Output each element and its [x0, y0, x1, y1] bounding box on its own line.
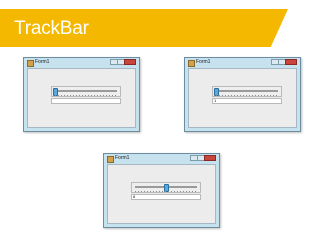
- page-title: TrackBar: [14, 18, 89, 39]
- form-client-area: [27, 68, 136, 128]
- form-window-1: Form1: [23, 57, 140, 132]
- form-client-area: 8: [107, 164, 216, 224]
- trackbar-rail: [55, 90, 117, 92]
- value-textbox[interactable]: 8: [131, 194, 201, 200]
- window-title: Form1: [35, 59, 50, 65]
- title-bar[interactable]: Form1: [104, 154, 219, 164]
- title-bar[interactable]: Form1: [185, 58, 300, 68]
- close-icon[interactable]: [124, 59, 136, 65]
- window-controls: [190, 155, 216, 161]
- window-controls: [110, 59, 136, 65]
- value-textbox[interactable]: 1: [212, 98, 282, 104]
- trackbar[interactable]: [51, 86, 121, 97]
- window-controls: [271, 59, 297, 65]
- form-window-3: Form1 8: [103, 153, 220, 228]
- title-bar[interactable]: Form1: [24, 58, 139, 68]
- form-window-2: Form1 1: [184, 57, 301, 132]
- app-icon: [27, 60, 34, 67]
- window-title: Form1: [115, 155, 130, 161]
- window-title: Form1: [196, 59, 211, 65]
- close-icon[interactable]: [285, 59, 297, 65]
- trackbar[interactable]: [131, 182, 201, 193]
- trackbar-ticks: [55, 95, 117, 96]
- app-icon: [188, 60, 195, 67]
- trackbar[interactable]: [212, 86, 282, 97]
- trackbar-rail: [216, 90, 278, 92]
- app-icon: [107, 156, 114, 163]
- close-icon[interactable]: [204, 155, 216, 161]
- trackbar-ticks: [216, 95, 278, 96]
- trackbar-ticks: [135, 191, 197, 192]
- value-textbox[interactable]: [51, 98, 121, 104]
- form-client-area: 1: [188, 68, 297, 128]
